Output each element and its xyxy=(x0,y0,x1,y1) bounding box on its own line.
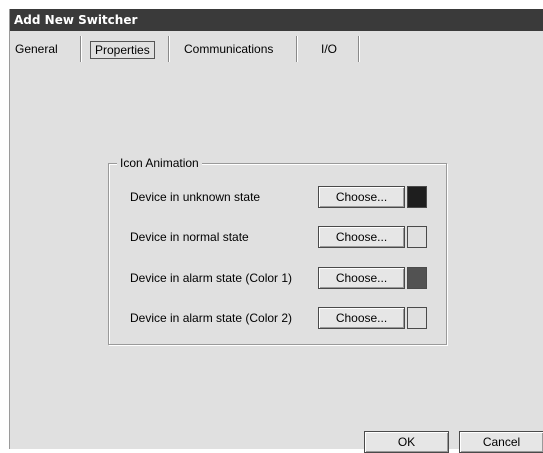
tab-properties[interactable]: Properties xyxy=(90,41,155,59)
alarm-color1-swatch xyxy=(407,267,427,289)
normal-state-label: Device in normal state xyxy=(130,230,249,244)
cancel-button[interactable]: Cancel xyxy=(459,431,543,453)
tab-divider xyxy=(358,36,360,62)
unknown-state-label: Device in unknown state xyxy=(130,190,261,204)
tab-communications[interactable]: Communications xyxy=(184,40,273,58)
tab-divider xyxy=(80,36,82,62)
tab-divider xyxy=(296,36,298,62)
choose-normal-color-button[interactable]: Choose... xyxy=(318,226,405,248)
choose-alarm-color1-button[interactable]: Choose... xyxy=(318,267,405,289)
icon-animation-title: Icon Animation xyxy=(117,156,202,170)
tab-io[interactable]: I/O xyxy=(321,40,337,58)
alarm-color2-swatch xyxy=(407,307,427,329)
dialog-window: Add New Switcher General Properties Comm… xyxy=(9,9,543,453)
choose-alarm-color2-button[interactable]: Choose... xyxy=(318,307,405,329)
unknown-color-swatch xyxy=(407,186,427,208)
normal-color-swatch xyxy=(407,226,427,248)
tab-general[interactable]: General xyxy=(15,40,58,58)
alarm-color1-label: Device in alarm state (Color 1) xyxy=(130,271,293,285)
tab-bar: General Properties Communications I/O xyxy=(10,31,543,65)
title-bar: Add New Switcher xyxy=(10,9,543,31)
choose-unknown-color-button[interactable]: Choose... xyxy=(318,186,405,208)
alarm-color2-label: Device in alarm state (Color 2) xyxy=(130,311,293,325)
tab-divider xyxy=(168,36,170,62)
icon-animation-group: Icon Animation Device in unknown state C… xyxy=(108,156,447,345)
ok-button[interactable]: OK xyxy=(364,431,449,453)
